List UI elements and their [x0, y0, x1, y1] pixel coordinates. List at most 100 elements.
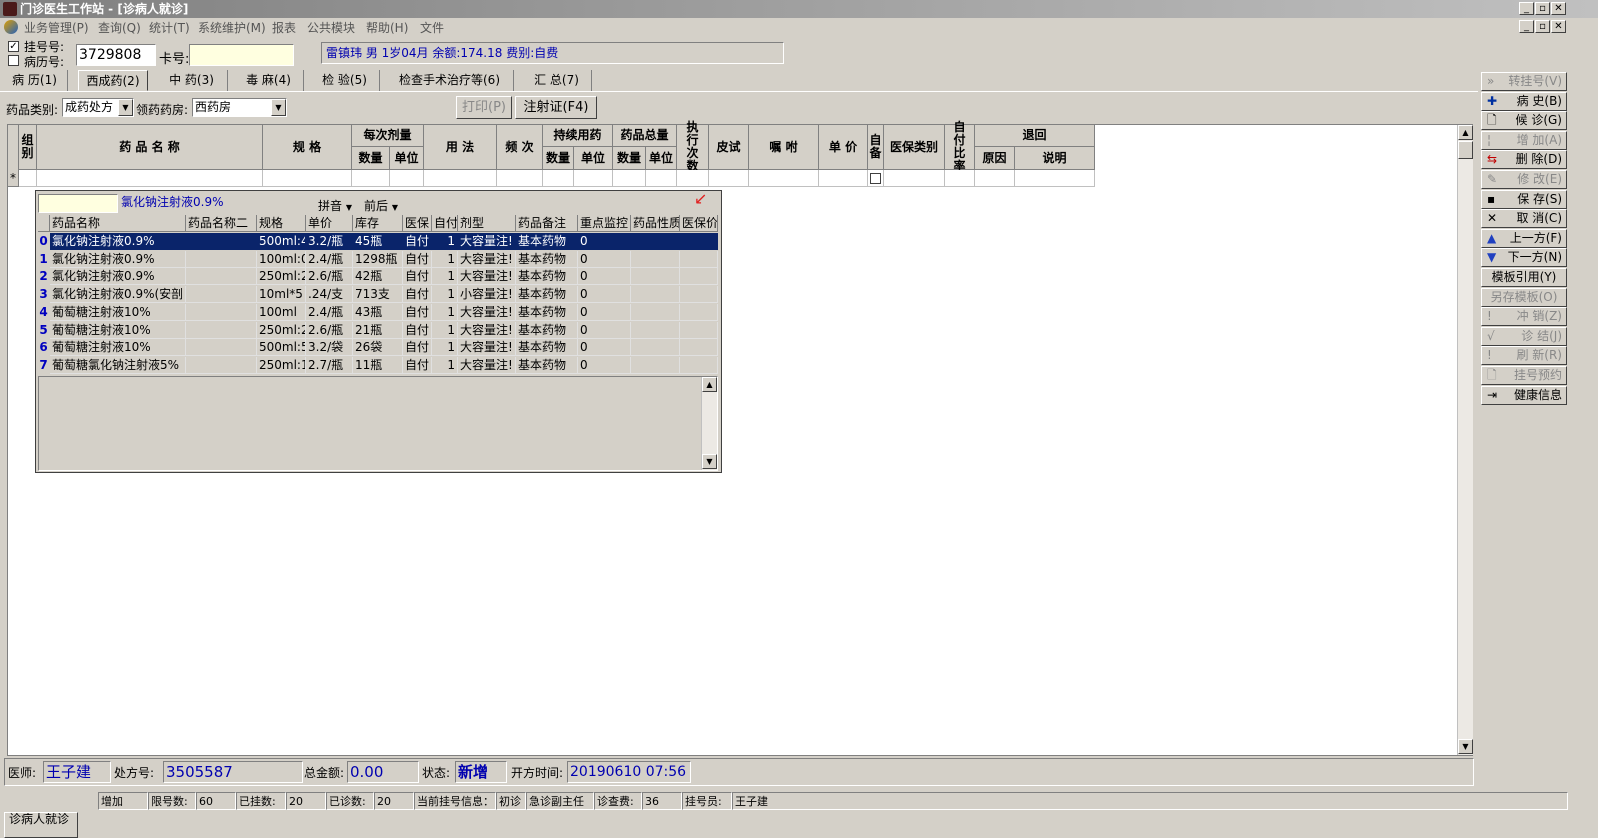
add-button[interactable]: ¦ 增 加(A): [1481, 130, 1567, 150]
print-button[interactable]: 打印(P): [456, 96, 512, 119]
pinyin-dropdown[interactable]: 拼音 ▼: [318, 197, 352, 214]
popup-table-row[interactable]: 氯化钠注射液0.9% 250ml:2 2.6/瓶 42瓶 自付 1 大容量注! 基本药物 0: [50, 268, 718, 286]
grid-vertical-scrollbar[interactable]: ▲ ▼: [1457, 125, 1473, 755]
tab-western-drugs[interactable]: 西成药(2): [78, 70, 148, 91]
popup-cell-prop: [631, 356, 680, 374]
cell-return-reason[interactable]: [975, 170, 1015, 187]
edit-button[interactable]: ✎ 修 改(E): [1481, 170, 1567, 189]
scroll-up-icon[interactable]: ▲: [702, 377, 717, 392]
child-minimize-icon[interactable]: _: [1519, 20, 1534, 33]
window-tab[interactable]: 诊病人就诊: [4, 812, 78, 838]
popup-table-row[interactable]: 葡萄糖注射液10% 500ml:5 3.2/袋 26袋 自付 1 大容量注! 基本药物 0: [50, 339, 718, 357]
cell-cont-unit[interactable]: [574, 170, 613, 187]
popup-table-row[interactable]: 葡萄糖注射液10% 250ml:2 2.6/瓶 21瓶 自付 1 大容量注! 基本药物 0: [50, 321, 718, 339]
self-supplied-checkbox[interactable]: [870, 173, 881, 184]
template-use-button[interactable]: 模板引用(Y): [1481, 268, 1567, 287]
finish-visit-button[interactable]: √ 诊 结(J): [1481, 326, 1567, 346]
cell-spec[interactable]: [263, 170, 352, 187]
popup-table-row[interactable]: 葡萄糖注射液10% 100ml 2.4/瓶 43瓶 自付 1 大容量注! 基本药物 0: [50, 303, 718, 321]
card-number-input[interactable]: [189, 44, 294, 66]
cancel-button[interactable]: ✕ 取 消(C): [1481, 209, 1567, 229]
waiting-button[interactable]: 🗋 候 诊(G): [1481, 111, 1567, 131]
cell-drug-name[interactable]: [37, 170, 263, 187]
drug-type-label: 药品类别:: [6, 103, 59, 117]
cell-total-unit[interactable]: [646, 170, 677, 187]
minimize-icon[interactable]: _: [1519, 2, 1534, 15]
menu-stats[interactable]: 统计(T): [149, 19, 190, 36]
history-button[interactable]: ✚ 病 史(B): [1481, 91, 1567, 111]
cell-exec-count[interactable]: [677, 170, 709, 187]
save-template-button[interactable]: 另存模板(O): [1481, 287, 1567, 307]
reg-number-input[interactable]: 3729808: [76, 44, 156, 66]
reverse-button[interactable]: ! 冲 销(Z): [1481, 307, 1567, 327]
menu-query[interactable]: 查询(Q): [98, 19, 141, 36]
popup-scrollbar[interactable]: ▲ ▼: [701, 377, 717, 470]
child-close-icon[interactable]: ✕: [1551, 20, 1566, 33]
menu-file[interactable]: 文件: [420, 19, 444, 36]
drug-search-input[interactable]: [38, 194, 118, 213]
cell-dose-unit[interactable]: [390, 170, 424, 187]
cell-skin-test[interactable]: [709, 170, 749, 187]
tab-record[interactable]: 病 历(1): [2, 70, 68, 91]
next-rx-button[interactable]: ▼ 下一方(N): [1481, 248, 1567, 268]
menu-public[interactable]: 公共模块: [307, 19, 355, 36]
cell-dose-qty[interactable]: [352, 170, 390, 187]
reg-checkbox[interactable]: ✓: [8, 41, 19, 52]
pharmacy-select[interactable]: 西药房 ▼: [192, 98, 287, 117]
drug-type-select[interactable]: 成药处方 ▼: [62, 98, 134, 117]
popup-cell-stock: 11瓶: [353, 356, 403, 374]
close-icon[interactable]: ✕: [1551, 2, 1566, 15]
menu-help[interactable]: 帮助(H): [366, 19, 408, 36]
record-checkbox[interactable]: [8, 55, 19, 66]
chevron-down-icon[interactable]: ▼: [118, 99, 133, 116]
tab-chinese-drugs[interactable]: 中 药(3): [156, 70, 228, 91]
popup-cell-stock: 26袋: [353, 339, 403, 357]
popup-table-row[interactable]: 氯化钠注射液0.9%(安剖 10ml*5.24/支 713支 自付 1 小容量注! 基本药物…: [50, 286, 718, 304]
drug-search-query: 氯化钠注射液0.9%: [121, 195, 224, 209]
menu-business[interactable]: 业务管理(P): [24, 19, 89, 36]
col-return-reason: 原因: [975, 147, 1015, 170]
scroll-thumb[interactable]: [1458, 141, 1473, 159]
scroll-down-icon[interactable]: ▼: [702, 454, 717, 469]
seen-label: 已诊数:: [326, 792, 374, 810]
cell-pay-ratio[interactable]: [945, 170, 975, 187]
popup-table-row[interactable]: 氯化钠注射液0.9% 100ml:0 2.4/瓶 1298瓶 自付 1 大容量注! 基本药物 0: [50, 250, 718, 268]
popup-cell-ins: 自付: [403, 321, 432, 339]
tab-exam-treatment[interactable]: 检查手术治疗等(6): [386, 70, 514, 91]
popup-table-row[interactable]: 氯化钠注射液0.9% 500ml:4 3.2/瓶 45瓶 自付 1 大容量注! 基本药物 0: [50, 233, 718, 250]
cell-self-supplied[interactable]: [868, 170, 884, 187]
save-button[interactable]: ▪ 保 存(S): [1481, 189, 1567, 209]
tab-lab[interactable]: 检 验(5): [310, 70, 380, 91]
chevron-down-icon[interactable]: ▼: [271, 99, 286, 116]
window-title: 门诊医生工作站 - [诊病人就诊]: [20, 2, 189, 16]
child-restore-icon[interactable]: ▫: [1535, 20, 1550, 33]
cell-total-qty[interactable]: [613, 170, 646, 187]
chevron-down-icon: ▼: [391, 203, 398, 212]
prev-rx-button[interactable]: ▲ 上一方(F): [1481, 228, 1567, 248]
cell-frequency[interactable]: [497, 170, 543, 187]
delete-button[interactable]: ⇆ 删 除(D): [1481, 150, 1567, 170]
cell-group[interactable]: [19, 170, 37, 187]
menu-report[interactable]: 报表: [272, 19, 296, 36]
scroll-down-icon[interactable]: ▼: [1458, 739, 1473, 754]
cell-cont-qty[interactable]: [543, 170, 574, 187]
tab-narcotics[interactable]: 毒 麻(4): [234, 70, 304, 91]
clerk-label: 挂号员:: [682, 792, 732, 810]
cell-return-note[interactable]: [1015, 170, 1095, 187]
menu-system[interactable]: 系统维护(M): [198, 19, 266, 36]
injection-cert-button[interactable]: 注射证(F4): [515, 96, 597, 119]
cell-advice[interactable]: [749, 170, 819, 187]
cell-price[interactable]: [819, 170, 868, 187]
popup-table-row[interactable]: 葡萄糖氯化钠注射液5% 250ml:1 2.7/瓶 11瓶 自付 1 大容量注! 基本药物 0: [50, 356, 718, 374]
health-info-button[interactable]: ⇥ 健康信息: [1481, 385, 1567, 405]
scroll-up-icon[interactable]: ▲: [1458, 125, 1473, 140]
refresh-button[interactable]: ! 刷 新(R): [1481, 346, 1567, 366]
reg-appointment-button[interactable]: 🗋 挂号预约: [1481, 366, 1567, 385]
tab-summary[interactable]: 汇 总(7): [522, 70, 592, 91]
cell-insurance-type[interactable]: [884, 170, 945, 187]
transfer-reg-button[interactable]: » 转挂号(V): [1481, 72, 1567, 91]
cell-usage[interactable]: [424, 170, 497, 187]
restore-icon[interactable]: ▫: [1535, 2, 1550, 15]
next-rx-label: 下一方(N): [1507, 250, 1562, 265]
order-dropdown[interactable]: 前后 ▼: [364, 197, 398, 214]
